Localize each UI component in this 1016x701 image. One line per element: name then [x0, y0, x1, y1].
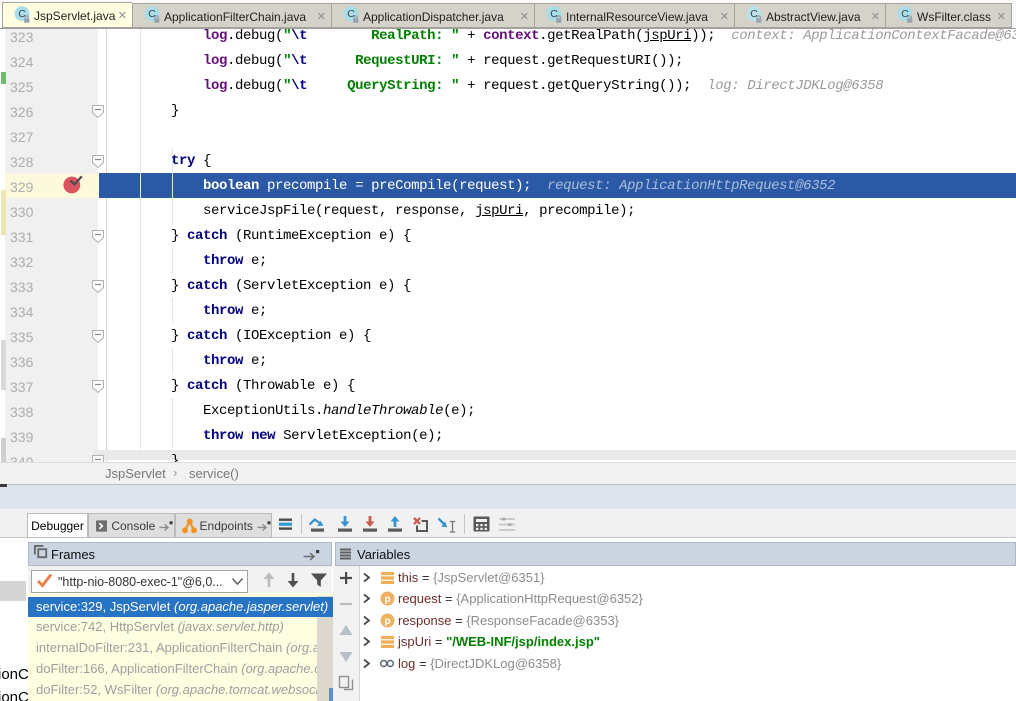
- svg-text:p: p: [384, 594, 390, 605]
- svg-text:p: p: [384, 616, 390, 627]
